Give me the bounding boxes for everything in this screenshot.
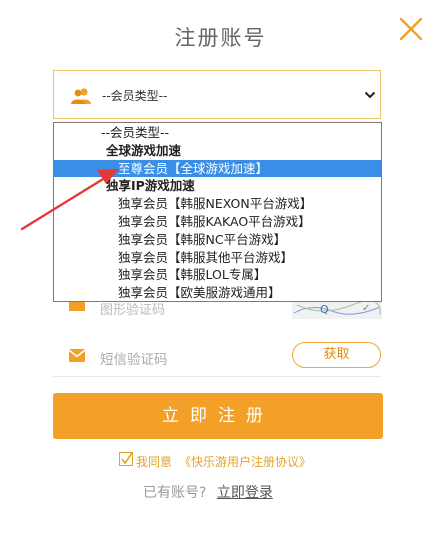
svg-text:✓: ✓ (362, 303, 370, 314)
sms-code-input[interactable]: 短信验证码 (100, 348, 168, 368)
users-icon (71, 88, 91, 104)
agreement-link[interactable]: 《快乐游用户注册协议》 (179, 453, 311, 470)
dropdown-option[interactable]: 独享会员【韩服LOL专属】 (54, 266, 381, 284)
captcha-image[interactable]: Q ✓ (292, 299, 382, 319)
page-title: 注册账号 (174, 26, 267, 50)
divider (53, 376, 381, 377)
dropdown-option[interactable]: 独享会员【欧美服游戏通用】 (54, 284, 381, 302)
dropdown-option[interactable]: 独享会员【韩服NEXON平台游戏】 (54, 195, 381, 213)
dropdown-optgroup-label: 独享IP游戏加速 (106, 178, 195, 194)
agreement-prefix: 我同意 (136, 455, 173, 469)
close-icon[interactable] (398, 16, 424, 42)
register-button[interactable]: 立即注册 (53, 393, 383, 439)
envelope-icon (69, 349, 85, 362)
member-type-selected: --会员类型-- (102, 89, 168, 103)
chevron-down-icon (364, 91, 376, 99)
dropdown-option[interactable]: 至尊会员【全球游戏加速】 (54, 159, 381, 178)
dropdown-optgroup-label: 全球游戏加速 (106, 142, 182, 158)
member-type-dropdown-list[interactable]: --会员类型-- 全球游戏加速 至尊会员【全球游戏加速】 独享IP游戏加速 独享会员【韩… (53, 122, 382, 302)
login-prompt: 已有账号? 立即登录 (143, 482, 273, 502)
dropdown-option[interactable]: 独享会员【韩服其他平台游戏】 (54, 249, 381, 267)
login-link[interactable]: 立即登录 (217, 485, 273, 501)
login-prompt-text: 已有账号? (143, 485, 207, 501)
get-sms-code-button[interactable]: 获取 (292, 342, 381, 368)
dropdown-option[interactable]: 独享会员【韩服NC平台游戏】 (54, 231, 381, 249)
dropdown-option[interactable]: 独享会员【韩服KAKAO平台游戏】 (54, 213, 381, 231)
svg-text:Q: Q (320, 303, 329, 316)
sms-code-row: 短信验证码 获取 (53, 338, 383, 374)
dropdown-option[interactable]: --会员类型-- (54, 124, 381, 142)
checkbox-checked-icon[interactable] (119, 452, 134, 467)
member-type-select[interactable]: --会员类型-- (53, 70, 381, 119)
